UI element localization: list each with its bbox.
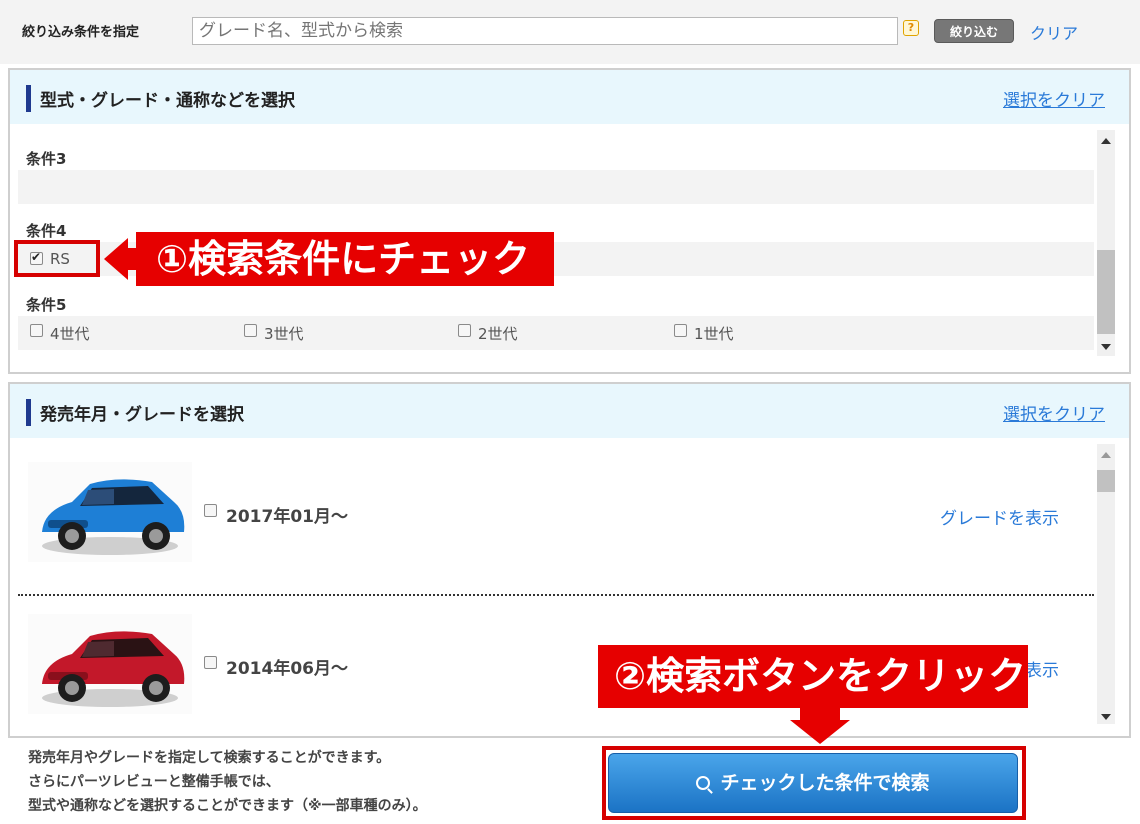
left-arrow-icon <box>104 238 128 280</box>
footer-description: 発売年月やグレードを指定して検索することができます。 さらにパーツレビューと整備… <box>28 746 427 818</box>
conditions-panel-title: 型式・グレード・通称などを選択 <box>40 91 295 111</box>
grade-2014-date[interactable]: 2014年06月～ <box>226 654 348 679</box>
conditions-panel-header: 型式・グレード・通称などを選択 選択をクリア <box>10 70 1129 124</box>
filter-bar: 絞り込み条件を指定 ? 絞り込む クリア <box>0 0 1140 64</box>
condition3-title: 条件3 <box>26 150 67 168</box>
filter-clear-link[interactable]: クリア <box>1030 20 1078 44</box>
rs-highlight-frame <box>14 240 100 277</box>
gen4-checkbox-label[interactable]: 4世代 <box>50 323 90 344</box>
red-car-icon <box>28 614 192 714</box>
step1-callout: ①検索条件にチェック <box>136 232 554 286</box>
search-checked-conditions-button[interactable]: チェックした条件で検索 <box>608 753 1018 813</box>
footer-line2: さらにパーツレビューと整備手帳では、 <box>28 774 280 790</box>
search-button-label: チェックした条件で検索 <box>720 772 930 794</box>
scroll-down-arrow-icon[interactable] <box>1101 344 1111 350</box>
conditions-clear-selection-link[interactable]: 選択をクリア <box>1003 86 1105 111</box>
header-accent-bar <box>26 399 31 426</box>
grade-2017-checkbox[interactable] <box>204 504 217 517</box>
gen1-checkbox-label[interactable]: 1世代 <box>694 323 734 344</box>
help-icon[interactable]: ? <box>903 20 919 36</box>
scroll-up-arrow-icon[interactable] <box>1101 452 1111 458</box>
condition4-title: 条件4 <box>26 222 67 240</box>
footer-line1: 発売年月やグレードを指定して検索することができます。 <box>28 750 391 766</box>
magnifier-icon <box>696 776 711 790</box>
gen2-checkbox[interactable] <box>458 324 471 337</box>
conditions-panel: 型式・グレード・通称などを選択 選択をクリア 条件3 条件4 RS 条件5 4世… <box>8 68 1131 374</box>
grade-search-input[interactable] <box>192 17 898 45</box>
grade-panel-title: 発売年月・グレードを選択 <box>40 405 244 425</box>
scroll-up-arrow-icon[interactable] <box>1101 138 1111 144</box>
gen1-checkbox[interactable] <box>674 324 687 337</box>
condition5-row: 4世代 3世代 2世代 1世代 <box>18 316 1094 350</box>
filter-label: 絞り込み条件を指定 <box>22 25 140 40</box>
grade-2014-checkbox[interactable] <box>204 656 217 669</box>
gen4-checkbox[interactable] <box>30 324 43 337</box>
footer-line3: 型式や通称などを選択することができます（※一部車種のみ）。 <box>28 798 427 814</box>
condition5-title: 条件5 <box>26 296 67 314</box>
grade-2017-date[interactable]: 2017年01月～ <box>226 502 348 527</box>
blue-car-icon <box>28 462 192 562</box>
gen3-checkbox[interactable] <box>244 324 257 337</box>
gen2-checkbox-label[interactable]: 2世代 <box>478 323 518 344</box>
conditions-scrollbar[interactable] <box>1097 130 1115 356</box>
down-arrow-icon <box>790 720 850 744</box>
grade-scrollbar[interactable] <box>1097 444 1115 724</box>
grade-scroll-thumb[interactable] <box>1097 470 1115 492</box>
conditions-scroll-thumb[interactable] <box>1097 250 1115 334</box>
row-divider <box>18 594 1094 596</box>
grade-panel-header: 発売年月・グレードを選択 選択をクリア <box>10 384 1129 438</box>
grade-row-2017: 2017年01月～ グレードを表示 <box>18 458 1094 568</box>
grade-2017-show-grade-link[interactable]: グレードを表示 <box>940 504 1059 529</box>
condition3-row <box>18 170 1094 204</box>
header-accent-bar <box>26 85 31 112</box>
step2-callout: ②検索ボタンをクリック <box>598 645 1028 708</box>
scroll-down-arrow-icon[interactable] <box>1101 714 1111 720</box>
gen3-checkbox-label[interactable]: 3世代 <box>264 323 304 344</box>
narrow-button[interactable]: 絞り込む <box>934 19 1014 43</box>
grade-clear-selection-link[interactable]: 選択をクリア <box>1003 400 1105 425</box>
